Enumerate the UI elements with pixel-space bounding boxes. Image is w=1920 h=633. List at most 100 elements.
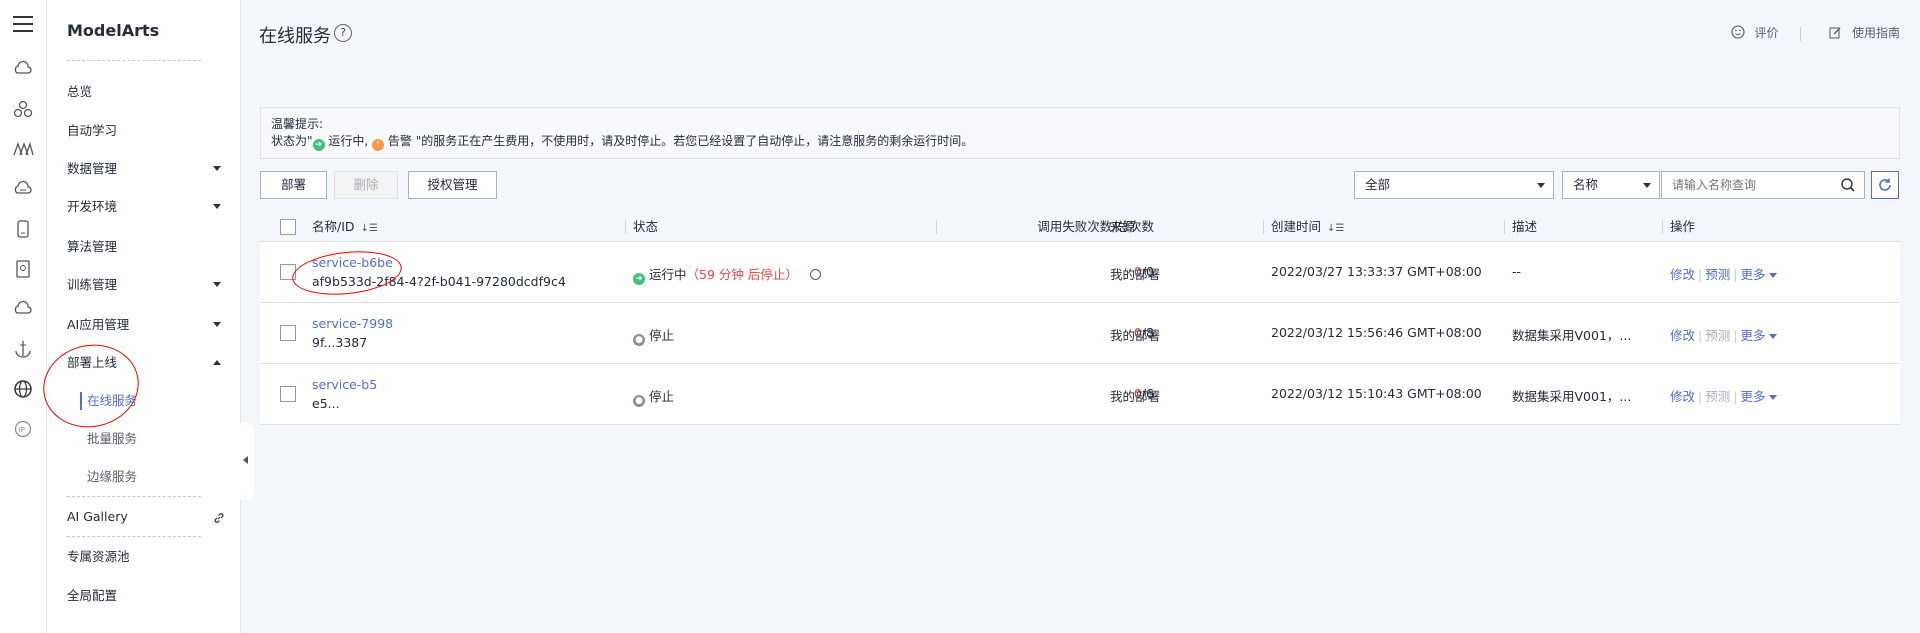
service-id: e5...: [312, 396, 340, 411]
column-header-status: 状态: [624, 212, 658, 242]
status-cell: ➜ 运行中（59 分钟 后停止）: [633, 264, 821, 285]
status-text: 停止: [648, 328, 674, 343]
sidebar-item-global-config[interactable]: 全局配置: [67, 586, 235, 606]
source-cell: 我的部署: [1110, 389, 1161, 404]
sidebar-item-label: 开发环境: [67, 199, 118, 214]
search-icon[interactable]: [1840, 177, 1856, 193]
column-header-desc: 描述: [1503, 212, 1537, 242]
rate-label: 评价: [1754, 26, 1779, 40]
source-cell: 我的部署: [1110, 328, 1161, 343]
stopped-status-icon: ●: [633, 334, 645, 346]
chevron-down-icon: [1643, 183, 1651, 188]
sort-icon[interactable]: ↓☰: [361, 223, 378, 234]
refresh-button[interactable]: [1871, 171, 1899, 199]
cluster-icon[interactable]: [12, 98, 34, 120]
cloud-storage-icon[interactable]: [12, 178, 34, 200]
edit-doc-icon: [1829, 27, 1841, 39]
sort-icon[interactable]: ↓☰: [1327, 223, 1344, 234]
table-row: service-b6be af9b533d-2f84-4?2f-b041-972…: [260, 242, 1900, 303]
description-cell: 数据集采用V001，...: [1512, 328, 1632, 343]
column-label: 名称/ID: [312, 219, 355, 234]
cloud-icon[interactable]: [12, 298, 34, 320]
more-label: 更多: [1740, 389, 1766, 404]
auth-management-button[interactable]: 授权管理: [408, 171, 497, 199]
search-input[interactable]: [1662, 172, 1832, 198]
search-field-select[interactable]: 名称: [1562, 171, 1660, 199]
auto-stop-text: （59 分钟 后停止）: [686, 267, 798, 282]
sidebar-collapse-toggle[interactable]: [240, 422, 254, 500]
modify-link[interactable]: 修改: [1670, 267, 1695, 282]
tip-text: "的服务正在产生费用，不使用时，请及时停止。若您已经设置了自动停止，请注意服务的…: [415, 134, 974, 148]
sidebar-item-overview[interactable]: 总览: [67, 82, 235, 102]
column-header-name[interactable]: 名称/ID ↓☰: [312, 212, 378, 242]
sidebar-item-algorithm[interactable]: 算法管理: [67, 237, 235, 257]
predict-link[interactable]: 预测: [1705, 328, 1730, 343]
more-dropdown[interactable]: 更多: [1740, 328, 1778, 343]
chevron-down-icon: [213, 322, 221, 327]
operations-cell: 修改 | 预测 | 更多: [1670, 386, 1778, 405]
more-dropdown[interactable]: 更多: [1740, 389, 1778, 404]
status-filter-select[interactable]: 全部: [1354, 171, 1554, 199]
chevron-down-icon: [213, 282, 221, 287]
running-status-icon: ➜: [312, 139, 325, 151]
chevron-down-icon: [1769, 395, 1778, 400]
chevron-down-icon: [1769, 334, 1778, 339]
predict-link[interactable]: 预测: [1705, 267, 1730, 282]
tip-title: 温馨提示:: [271, 117, 324, 131]
hamburger-menu-icon[interactable]: [13, 16, 33, 32]
sidebar: ModelArts 总览 自动学习 数据管理 开发环境 算法管理 训练管理 AI…: [35, 0, 241, 633]
sidebar-item-resource-pool[interactable]: 专属资源池: [67, 547, 235, 567]
help-icon[interactable]: ?: [334, 24, 352, 42]
ip-icon[interactable]: IP: [12, 418, 34, 440]
cloud-service-icon[interactable]: [12, 58, 34, 80]
row-checkbox[interactable]: [280, 386, 296, 402]
sidebar-item-dev-env[interactable]: 开发环境: [67, 197, 235, 217]
guide-label: 使用指南: [1851, 26, 1900, 40]
guide-button[interactable]: 使用指南: [1829, 26, 1900, 40]
more-dropdown[interactable]: 更多: [1740, 267, 1778, 282]
description-cell: --: [1512, 264, 1522, 279]
sidebar-item-edge-service[interactable]: 边缘服务: [87, 467, 207, 487]
column-header-ops: 操作: [1661, 212, 1695, 242]
modify-link[interactable]: 修改: [1670, 328, 1695, 343]
sidebar-item-training[interactable]: 训练管理: [67, 275, 235, 295]
chevron-down-icon: [213, 204, 221, 209]
rate-button[interactable]: 评价: [1731, 25, 1779, 40]
sidebar-item-batch-service[interactable]: 批量服务: [87, 429, 207, 449]
more-label: 更多: [1740, 328, 1766, 343]
sidebar-item-label: AI Gallery: [67, 509, 128, 524]
deploy-button[interactable]: 部署: [260, 171, 327, 199]
sidebar-item-ai-app[interactable]: AI应用管理: [67, 315, 235, 335]
sidebar-item-data-management[interactable]: 数据管理: [67, 159, 235, 179]
service-name-link[interactable]: service-b5: [312, 377, 377, 392]
column-header-created[interactable]: 创建时间 ↓☰: [1262, 212, 1344, 242]
external-link-icon: [213, 510, 225, 530]
select-value: 名称: [1573, 177, 1599, 192]
sidebar-item-ai-gallery[interactable]: AI Gallery: [67, 507, 235, 527]
delete-button[interactable]: 删除: [334, 171, 398, 199]
services-table: 名称/ID ↓☰ 状态 调用失败次数/总次数 来源 创建时间 ↓☰ 描述 操作 se…: [260, 212, 1900, 425]
anchor-icon[interactable]: [12, 338, 34, 360]
select-all-checkbox[interactable]: [280, 219, 296, 235]
created-time-cell: 2022/03/12 15:56:46 GMT+08:00: [1271, 325, 1482, 340]
sidebar-item-auto-learning[interactable]: 自动学习: [67, 121, 235, 141]
top-actions: 评价 使用指南: [1725, 24, 1900, 41]
tip-text: 运行中,: [328, 134, 369, 148]
timer-icon[interactable]: [809, 269, 821, 280]
service-name-link[interactable]: service-7998: [312, 316, 393, 331]
predict-link[interactable]: 预测: [1705, 389, 1730, 404]
table-row: service-b5 e5... ● 停止 0/6 我的部署 2022/03/1…: [260, 364, 1900, 425]
chevron-left-icon: [243, 456, 248, 464]
chevron-up-icon: [213, 360, 221, 365]
chevron-down-icon: [213, 166, 221, 171]
document-icon[interactable]: [12, 258, 34, 280]
monitor-icon[interactable]: [12, 138, 34, 160]
modify-link[interactable]: 修改: [1670, 389, 1695, 404]
row-checkbox[interactable]: [280, 325, 296, 341]
globe-icon[interactable]: [12, 378, 34, 400]
device-icon[interactable]: [12, 218, 34, 240]
created-time-cell: 2022/03/27 13:33:37 GMT+08:00: [1271, 264, 1482, 279]
operations-cell: 修改 | 预测 | 更多: [1670, 325, 1778, 344]
status-cell: ● 停止: [633, 325, 674, 346]
status-cell: ● 停止: [633, 386, 674, 407]
